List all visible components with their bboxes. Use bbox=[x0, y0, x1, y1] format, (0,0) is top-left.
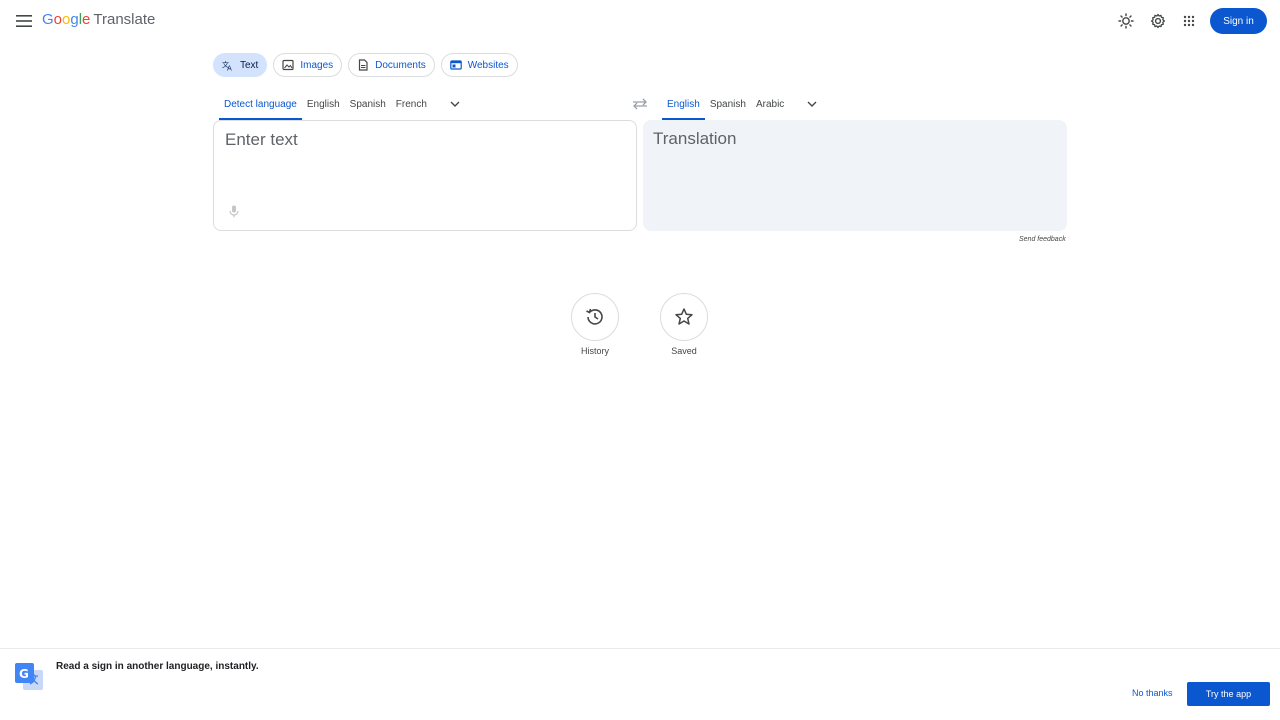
history-label: History bbox=[580, 346, 609, 356]
saved-button[interactable] bbox=[660, 293, 708, 341]
app-promo-banner: G Read a sign in another language, insta… bbox=[0, 648, 1280, 720]
translation-output: Translation bbox=[643, 120, 1067, 231]
saved-label: Saved bbox=[671, 346, 697, 356]
image-icon bbox=[282, 59, 294, 71]
svg-text:A: A bbox=[227, 65, 232, 72]
source-text-placeholder: Enter text bbox=[225, 130, 298, 149]
website-icon bbox=[449, 60, 462, 70]
source-lang-more-chevron-down-icon[interactable] bbox=[444, 88, 466, 120]
translation-placeholder: Translation bbox=[653, 129, 737, 148]
logo-google-wordmark: Google bbox=[42, 11, 91, 28]
tab-websites[interactable]: Websites bbox=[440, 53, 518, 77]
star-icon bbox=[675, 308, 693, 325]
banner-message: Read a sign in another language, instant… bbox=[56, 661, 259, 672]
logo-product-name: Translate bbox=[93, 11, 156, 28]
microphone-icon[interactable] bbox=[227, 204, 241, 218]
target-lang-arabic[interactable]: Arabic bbox=[751, 88, 789, 120]
sign-in-button[interactable]: Sign in bbox=[1210, 8, 1267, 34]
tab-images-label: Images bbox=[300, 59, 334, 71]
source-language-bar: Detect language English Spanish French bbox=[219, 88, 466, 120]
translate-icon: 文A bbox=[222, 60, 232, 72]
history-button[interactable] bbox=[571, 293, 619, 341]
translate-app-logo-icon: G bbox=[14, 662, 44, 692]
source-lang-spanish[interactable]: Spanish bbox=[345, 88, 391, 120]
tab-text[interactable]: 文A Text bbox=[213, 53, 268, 77]
tab-websites-label: Websites bbox=[467, 59, 509, 71]
translation-mode-tabs: 文A Text Images Documents Websites bbox=[213, 53, 518, 77]
tab-images[interactable]: Images bbox=[273, 53, 343, 77]
google-translate-logo[interactable]: Google Translate bbox=[42, 11, 155, 28]
target-language-bar: English Spanish Arabic bbox=[662, 88, 823, 120]
document-icon bbox=[359, 59, 368, 71]
no-thanks-button[interactable]: No thanks bbox=[1128, 686, 1177, 700]
try-the-app-button[interactable]: Try the app bbox=[1187, 682, 1270, 706]
app-header: Google Translate Sign in bbox=[0, 0, 1280, 44]
tab-documents[interactable]: Documents bbox=[348, 53, 435, 77]
target-lang-more-chevron-down-icon[interactable] bbox=[801, 88, 823, 120]
source-text-input[interactable]: Enter text bbox=[213, 120, 637, 231]
history-icon bbox=[586, 308, 603, 325]
svg-text:G: G bbox=[19, 667, 29, 681]
send-feedback-link[interactable]: Send feedback bbox=[1019, 236, 1066, 243]
theme-toggle-sun-icon[interactable] bbox=[1115, 10, 1137, 32]
source-lang-detect[interactable]: Detect language bbox=[219, 88, 302, 120]
tab-documents-label: Documents bbox=[375, 59, 426, 71]
tab-text-label: Text bbox=[240, 59, 259, 71]
source-lang-english[interactable]: English bbox=[302, 88, 345, 120]
swap-languages-icon[interactable] bbox=[631, 96, 649, 112]
settings-gear-icon[interactable] bbox=[1147, 10, 1169, 32]
source-lang-french[interactable]: French bbox=[391, 88, 432, 120]
target-lang-spanish[interactable]: Spanish bbox=[705, 88, 751, 120]
target-lang-english[interactable]: English bbox=[662, 88, 705, 120]
main-menu-icon[interactable] bbox=[12, 9, 36, 33]
apps-grid-icon[interactable] bbox=[1178, 10, 1200, 32]
